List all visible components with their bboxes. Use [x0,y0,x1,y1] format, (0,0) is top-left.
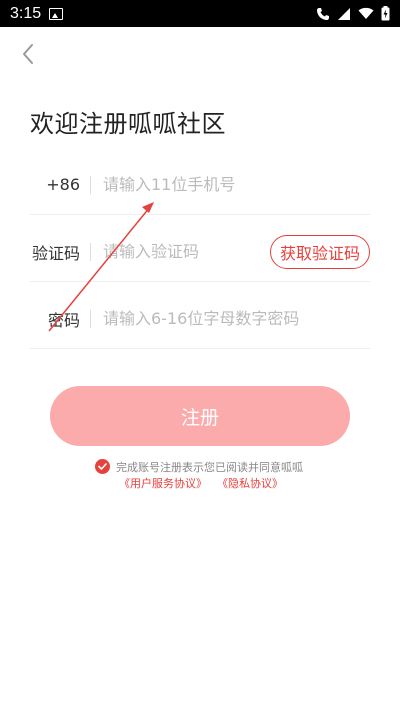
status-time: 3:15 [10,4,42,22]
verification-code-label: 验证码 [31,243,80,263]
password-input[interactable] [103,309,343,328]
get-code-button[interactable]: 获取验证码 [269,234,370,269]
check-icon [98,463,107,470]
phone-input[interactable] [103,175,343,194]
register-button[interactable]: 注册 [50,386,350,446]
chevron-left-icon [23,44,33,64]
wifi-icon [358,7,374,19]
signal-icon [338,7,350,20]
user-agreement-link[interactable]: 《用户服务协议》 [119,477,207,490]
back-button[interactable] [16,40,44,68]
agree-checkbox[interactable] [95,459,110,474]
image-icon [49,7,64,20]
privacy-policy-link[interactable]: 《隐私协议》 [217,477,283,490]
divider [90,242,91,261]
divider [90,175,91,194]
status-icons [316,6,390,21]
password-label: 密码 [47,310,80,330]
status-bar: 3:15 [0,0,400,27]
agreement-text: 完成账号注册表示您已阅读并同意呱呱 [116,461,303,474]
phone-row: +86 [30,155,370,215]
divider [90,309,91,328]
agreement-links: 《用户服务协议》 《隐私协议》 [119,475,283,491]
password-row: 密码 [30,289,370,349]
verification-code-input[interactable] [103,242,263,261]
page-title: 欢迎注册呱呱社区 [30,110,226,138]
verification-code-row: 验证码 获取验证码 [30,222,370,282]
battery-icon [381,6,390,21]
country-code-label: +86 [46,175,80,194]
call-icon [317,7,329,20]
